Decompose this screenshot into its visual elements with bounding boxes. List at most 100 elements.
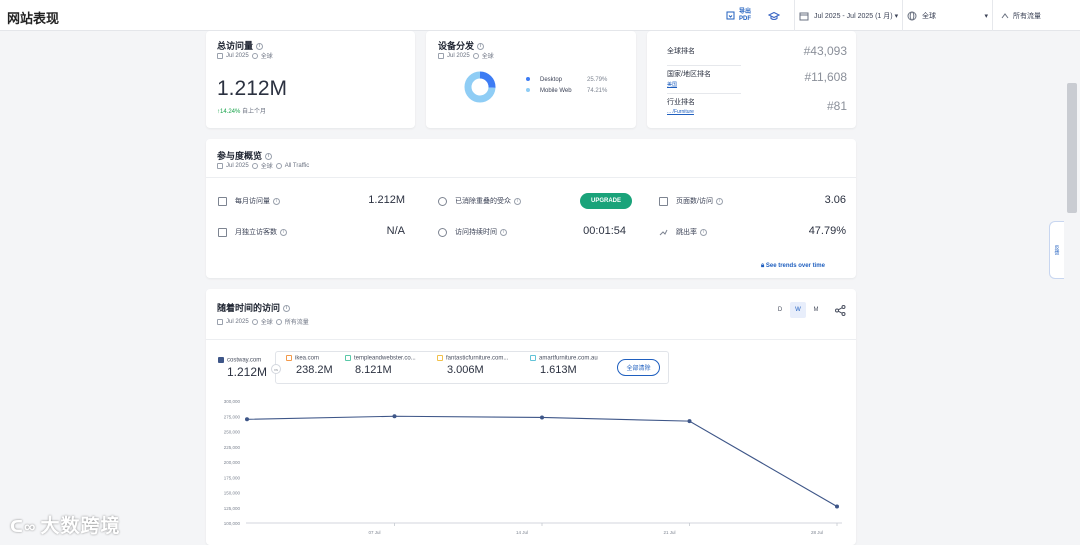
competitor-item[interactable]: fantasticfurniture.com... 3.006M <box>437 355 508 376</box>
engagement-overview-card: 参与度概览 i Jul 2025 全球 All Traffic 每月访问量 i 1.21… <box>206 139 856 278</box>
granularity-toggle: D W M <box>772 302 824 318</box>
academy-button[interactable] <box>768 0 780 31</box>
divider <box>667 93 741 94</box>
data-point[interactable] <box>245 417 249 422</box>
industry-rank-label: 行业排名 <box>667 99 695 106</box>
traffic-text: 所有流量 <box>1013 12 1041 20</box>
clear-all-button[interactable]: 全部清除 <box>617 359 660 376</box>
info-icon[interactable]: i <box>280 228 287 236</box>
feedback-tab[interactable]: 反馈 <box>1049 221 1064 279</box>
checkbox-icon[interactable] <box>218 357 224 363</box>
granularity-day[interactable]: D <box>772 302 788 318</box>
info-icon[interactable]: i <box>715 197 723 205</box>
chevron-down-icon: ▾ <box>894 12 899 20</box>
calendar-icon <box>217 162 223 169</box>
lock-icon: 🔒︎ <box>761 263 765 269</box>
unique-visitors-value: N/A <box>386 225 405 237</box>
primary-site-value: 1.212M <box>227 364 268 379</box>
period-text: Jul 2025 <box>226 52 249 59</box>
export-pdf-button[interactable]: 导出 PDF <box>726 0 751 31</box>
traffic-text: 所有流量 <box>284 320 309 326</box>
competitor-item[interactable]: templeandwebster.co... 8.121M <box>345 355 416 376</box>
info-icon[interactable]: i <box>283 305 291 313</box>
competitor-item[interactable]: ikea.com 238.2M <box>286 355 333 376</box>
global-rank-row: 全球排名 #43,093 <box>667 44 847 58</box>
clock-icon <box>438 227 447 237</box>
x-tick-label: 28 Jul <box>811 530 823 535</box>
competitor-item[interactable]: amartfurniture.com.au 1.613M <box>530 355 598 376</box>
y-tick-label: 100,000 <box>224 521 241 526</box>
scrollbar-thumb[interactable] <box>1067 83 1077 213</box>
divider <box>206 339 856 340</box>
checkbox-icon[interactable] <box>345 355 351 361</box>
geo-text: 全球 <box>922 12 936 20</box>
info-icon[interactable]: i <box>256 43 264 51</box>
graduation-cap-icon <box>768 11 780 20</box>
competitor-value: 238.2M <box>296 363 333 376</box>
engagement-title: 参与度概览 <box>217 151 263 161</box>
globe-icon <box>251 318 258 325</box>
page-scrollbar[interactable] <box>1064 31 1080 545</box>
info-icon[interactable]: i <box>265 153 273 161</box>
legend-label: Mobile Web <box>540 88 572 94</box>
device-donut-chart <box>464 71 496 103</box>
device-legend: Desktop 25.79% Mobile Web 74.21% <box>526 77 607 99</box>
date-range-dropdown[interactable]: Jul 2025 - Jul 2025 (1 月) ▾ <box>794 0 898 31</box>
share-icon[interactable] <box>835 305 846 316</box>
metric-label: 跳出率 <box>676 229 697 236</box>
legend-desktop: Desktop 25.79% <box>526 77 607 88</box>
data-point[interactable] <box>540 415 544 420</box>
data-point[interactable] <box>392 414 397 419</box>
checkbox-icon[interactable] <box>530 355 536 361</box>
info-icon[interactable]: i <box>477 43 485 51</box>
metric-label: 访问持续时间 <box>455 229 497 236</box>
info-icon[interactable]: i <box>700 228 707 236</box>
period-text: Jul 2025 <box>226 162 249 169</box>
globe-icon <box>907 11 917 20</box>
rank-card: 全球排名 #43,093 国家/地区排名 美国 #11,608 行业排名 ... /Fu… <box>647 31 856 128</box>
checkbox-icon[interactable] <box>437 355 443 361</box>
upgrade-button[interactable]: UPGRADE <box>580 193 633 209</box>
info-icon[interactable]: i <box>273 197 280 205</box>
watermark-logo: ᑕ∞ 大数跨境 <box>10 511 120 538</box>
chevron-down-icon: ▾ <box>984 12 988 20</box>
competitor-name: templeandwebster.co... <box>354 355 416 362</box>
geo-dropdown[interactable]: 全球 ▾ <box>902 0 992 31</box>
y-tick-label: 175,000 <box>224 475 241 480</box>
region-text: 全球 <box>481 54 494 60</box>
info-icon[interactable]: i <box>500 228 507 236</box>
region-text: 全球 <box>260 164 273 170</box>
total-visits-card: 总访问量 i Jul 2025 全球 1.212M ↑14.24% 自上个月 <box>206 31 415 128</box>
competitor-name: fantasticfurniture.com... <box>446 355 509 362</box>
dedup-audience-row: 已消除重叠的受众 i <box>438 196 521 206</box>
info-icon[interactable]: i <box>514 197 521 205</box>
region-text: 全球 <box>260 320 273 326</box>
calendar-icon <box>217 52 223 59</box>
legend-mobile: Mobile Web 74.21% <box>526 88 607 99</box>
y-tick-label: 225,000 <box>224 445 241 450</box>
watermark-mark-icon: ᑕ∞ <box>10 519 37 536</box>
calendar-icon <box>438 52 444 59</box>
granularity-week[interactable]: W <box>790 302 806 318</box>
divider <box>667 65 741 66</box>
granularity-month[interactable]: M <box>808 302 824 318</box>
see-trends-label: See trends over time <box>765 263 825 269</box>
x-tick-label: 21 Jul <box>663 530 675 535</box>
industry-link[interactable]: ... /Furniture <box>667 109 847 115</box>
metric-label: 月独立访客数 <box>235 229 277 236</box>
country-rank-row: 国家/地区排名 美国 #11,608 <box>667 69 847 88</box>
traffic-dropdown[interactable]: 所有流量 <box>992 0 1041 31</box>
visit-duration-row: 访问持续时间 i <box>438 227 507 237</box>
divider <box>206 177 856 178</box>
data-point[interactable] <box>835 504 839 509</box>
total-visits-title: 总访问量 <box>217 41 254 51</box>
audience-icon <box>438 196 447 206</box>
trend-suffix: 自上个月 <box>242 109 267 115</box>
checkbox-icon[interactable] <box>286 355 292 361</box>
industry-rank-value: #81 <box>826 99 847 113</box>
legend-value: 74.21% <box>587 88 608 94</box>
bounce-rate-value: 47.79% <box>808 225 846 237</box>
primary-site[interactable]: costway.com 1.212M <box>218 357 267 379</box>
data-point[interactable] <box>687 419 692 424</box>
see-trends-link[interactable]: 🔒︎ See trends over time <box>761 263 825 270</box>
